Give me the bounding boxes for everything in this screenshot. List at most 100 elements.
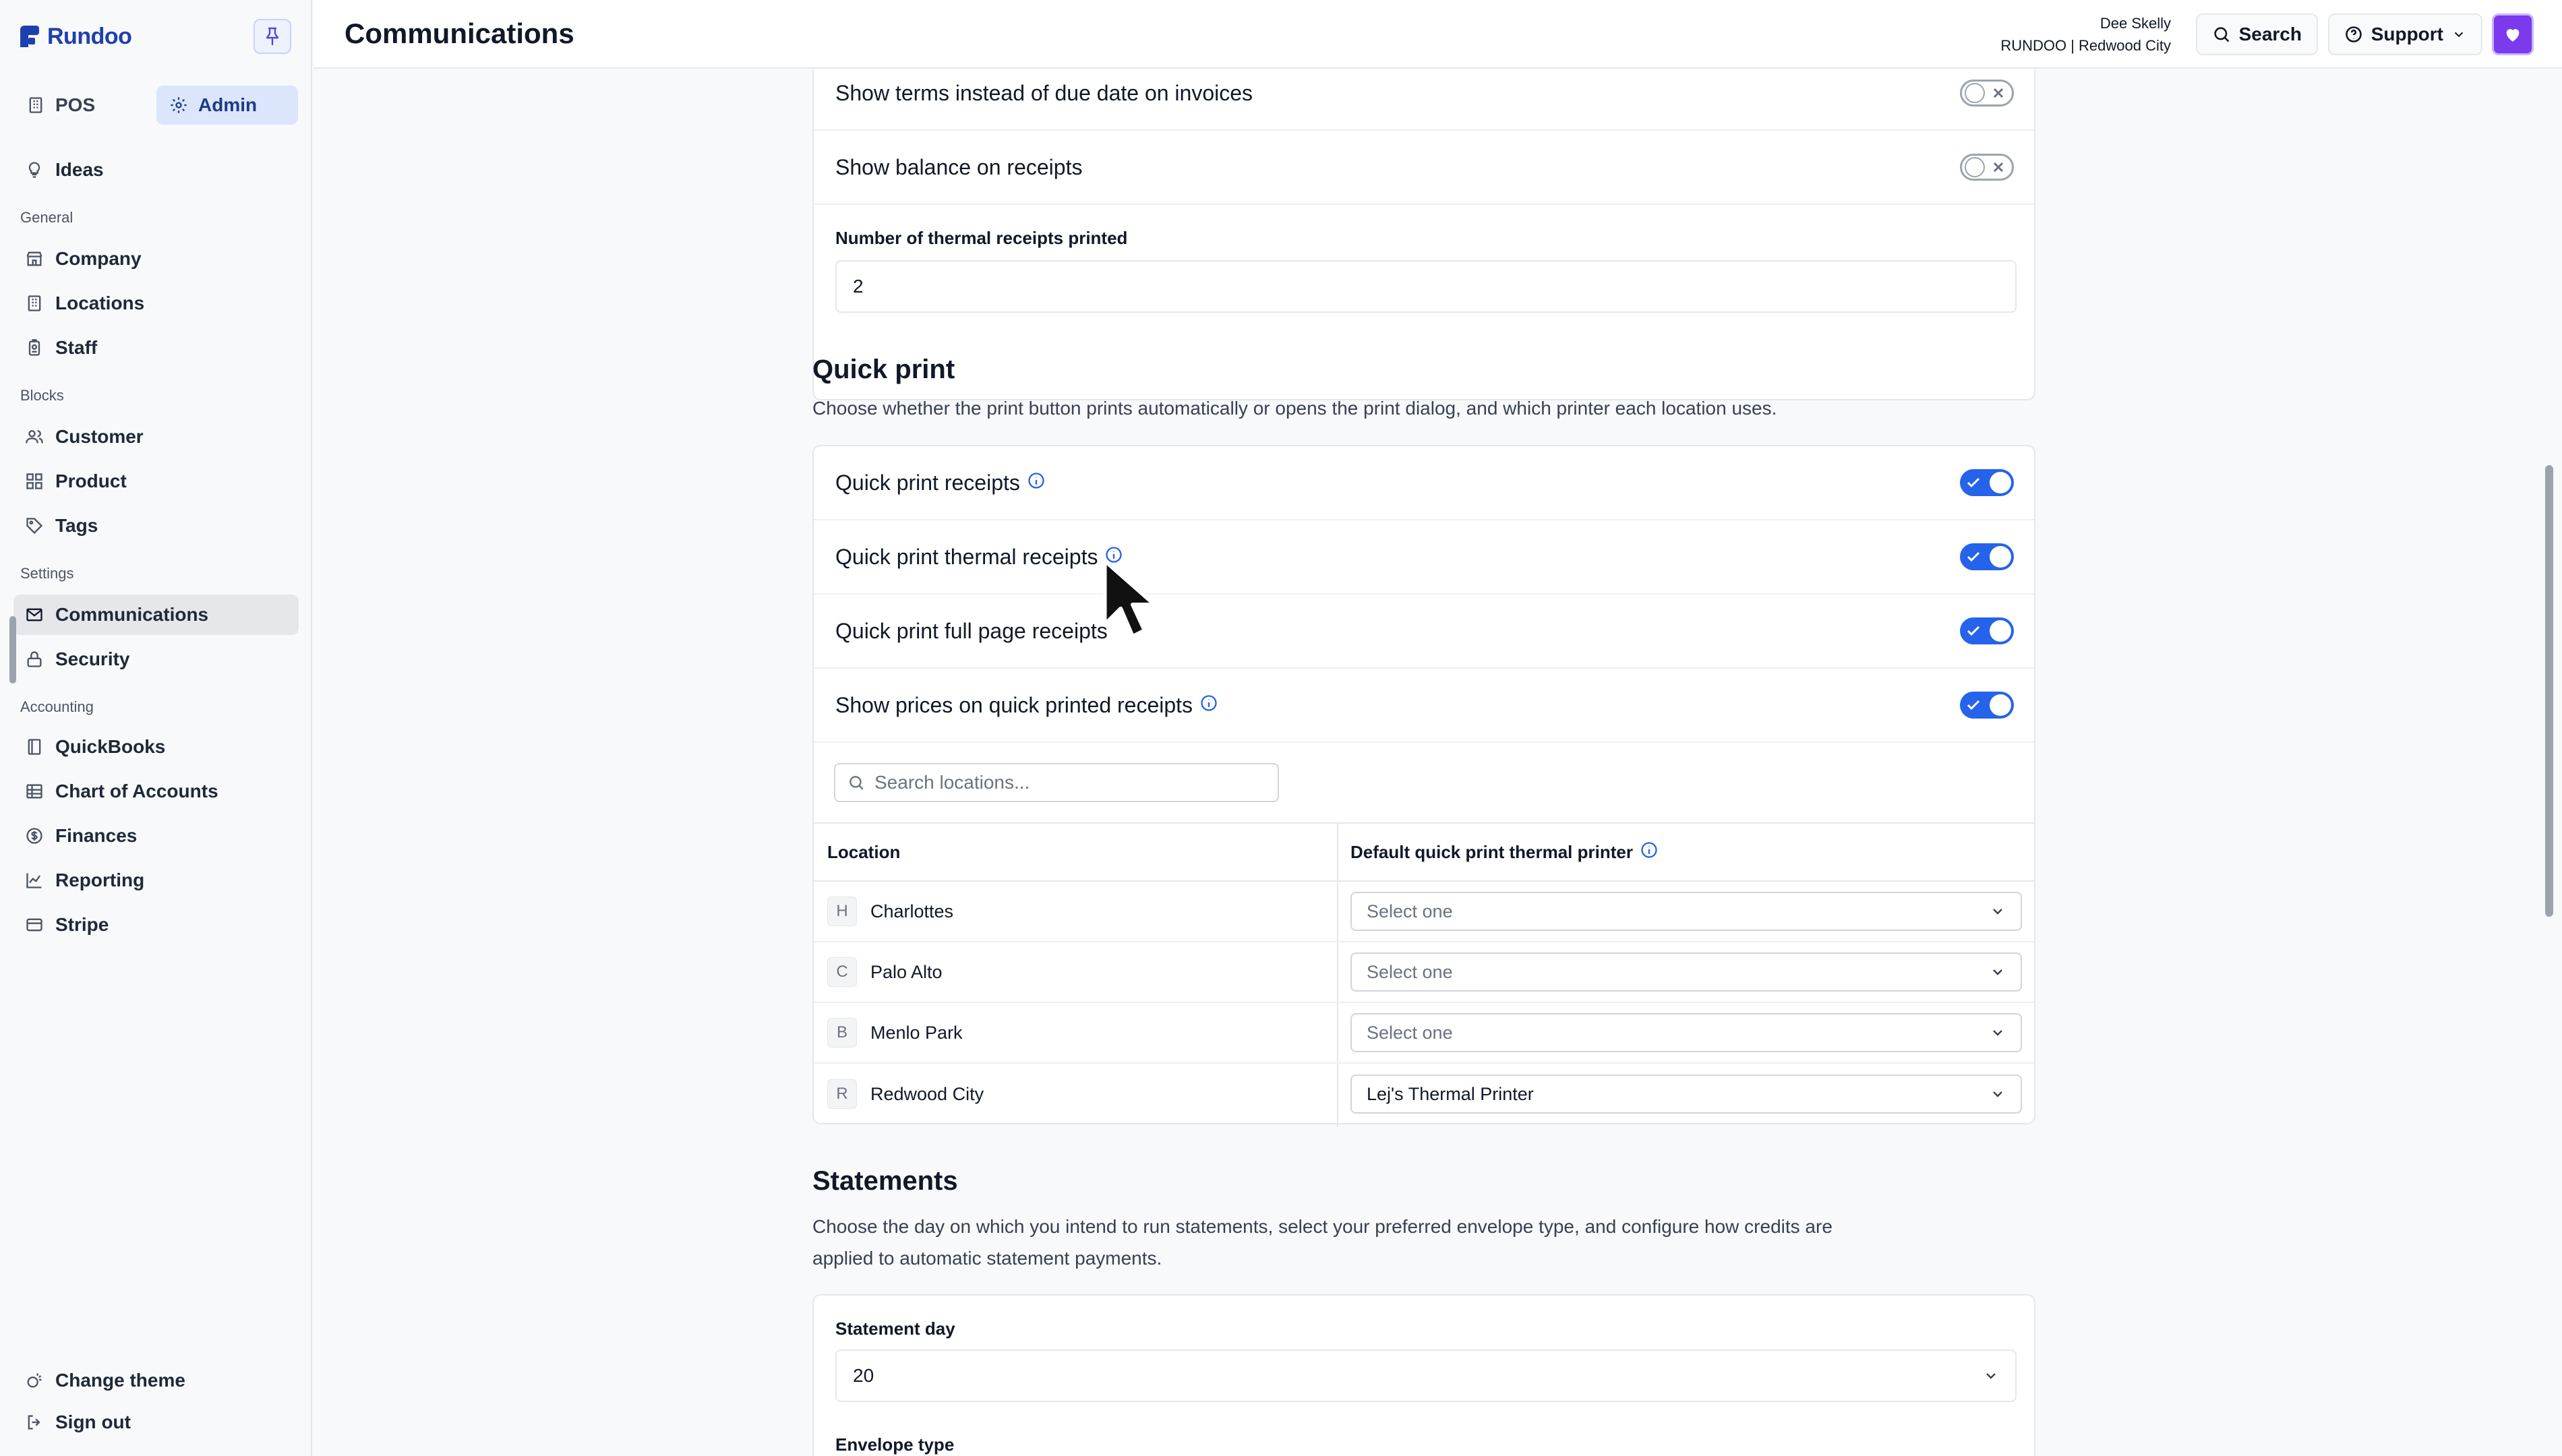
setting-label: Quick print full page receipts: [835, 618, 1108, 643]
brand-name: Rundoo: [47, 23, 132, 49]
info-icon[interactable]: [1199, 693, 1218, 718]
sidebar-item-label: Tags: [55, 515, 98, 536]
sidebar-item-chart-of-accounts[interactable]: Chart of Accounts: [13, 771, 299, 812]
statements-title: Statements: [812, 1166, 958, 1196]
location-name: Redwood City: [870, 1083, 984, 1104]
admin-mode-button[interactable]: Admin: [156, 86, 298, 125]
sidebar-item-customer[interactable]: Customer: [13, 417, 299, 457]
pos-mode-label: POS: [55, 94, 96, 115]
location-initial-badge: R: [827, 1079, 857, 1109]
lock-icon: [24, 649, 44, 669]
receipt-settings-card: Show terms instead of due date on invoic…: [812, 69, 2035, 400]
check-icon: [1967, 551, 1980, 562]
users-icon: [24, 427, 44, 447]
envelope-type-label: Envelope type: [835, 1434, 955, 1455]
printer-select[interactable]: Select one: [1350, 892, 2022, 931]
sidebar-item-label: Product: [55, 471, 127, 491]
pos-mode-button[interactable]: POS: [13, 86, 148, 125]
toggle-knob: [1990, 620, 2011, 642]
grid-icon: [24, 471, 44, 491]
setting-label: Quick print thermal receipts: [835, 544, 1098, 569]
change-theme-label: Change theme: [55, 1370, 185, 1391]
section-settings: Settings: [20, 565, 74, 582]
thermal-count-input[interactable]: 2: [835, 260, 2017, 313]
show-balance-toggle[interactable]: [1960, 154, 2014, 181]
quick-print-receipts-toggle[interactable]: [1960, 469, 2014, 496]
toggle-knob: [1990, 694, 2011, 716]
support-button-label: Support: [2371, 24, 2443, 44]
sidebar-item-product[interactable]: Product: [13, 461, 299, 502]
tag-icon: [24, 516, 44, 536]
lightbulb-icon: [24, 160, 44, 180]
toggle-knob: [1990, 472, 2011, 493]
sidebar-item-label: Stripe: [55, 914, 109, 935]
sidebar-item-tags[interactable]: Tags: [13, 506, 299, 546]
sidebar-item-reporting[interactable]: Reporting: [13, 860, 299, 901]
printer-select[interactable]: Lej's Thermal Printer: [1350, 1074, 2022, 1114]
avatar[interactable]: [2492, 13, 2534, 55]
sidebar-item-communications[interactable]: Communications: [13, 595, 299, 635]
chevron-down-icon: [2454, 32, 2464, 38]
rundoo-logo[interactable]: Rundoo: [19, 20, 132, 53]
search-locations-input[interactable]: Search locations...: [834, 763, 1279, 802]
sidebar-item-stripe[interactable]: Stripe: [13, 905, 299, 945]
printer-select-value: Select one: [1367, 961, 1453, 982]
statement-day-label: Statement day: [835, 1318, 955, 1339]
quick-print-full-page-toggle[interactable]: [1960, 617, 2014, 644]
sidebar-item-label: Ideas: [55, 159, 104, 180]
quick-print-thermal-toggle[interactable]: [1960, 543, 2014, 570]
sidebar-item-label: Locations: [55, 293, 145, 313]
store-icon: [24, 249, 44, 269]
show-terms-toggle[interactable]: [1960, 80, 2014, 107]
main-content: Show terms instead of due date on invoic…: [314, 69, 2538, 1456]
sidebar-item-ideas[interactable]: Ideas: [13, 150, 299, 190]
chevron-down-icon: [1993, 1091, 2002, 1097]
sidebar-item-locations[interactable]: Locations: [13, 283, 299, 324]
sidebar-item-label: Communications: [55, 604, 209, 625]
search-icon: [2213, 27, 2230, 42]
section-blocks: Blocks: [20, 387, 64, 404]
check-icon: [1967, 626, 1980, 636]
table-header: Location Default quick print thermal pri…: [814, 822, 2034, 882]
setting-row-show-terms: Show terms instead of due date on invoic…: [814, 69, 2034, 131]
sidebar-scrollbar[interactable]: [9, 616, 16, 684]
sidebar-item-staff[interactable]: Staff: [13, 328, 299, 368]
check-icon: [1967, 477, 1980, 488]
statements-description-line2: applied to automatic statement payments.: [812, 1248, 1162, 1269]
info-icon[interactable]: [1640, 841, 1659, 864]
info-icon[interactable]: [1027, 471, 1046, 495]
sign-out-button[interactable]: Sign out: [13, 1402, 299, 1443]
statements-card: Statement day 20 Envelope type: [812, 1294, 2035, 1456]
setting-label-group: Quick print receipts: [835, 471, 1046, 495]
pin-sidebar-button[interactable]: [254, 19, 291, 54]
search-button[interactable]: Search: [2195, 13, 2318, 55]
badge-icon: [24, 338, 44, 358]
sidebar-item-company[interactable]: Company: [13, 239, 299, 279]
main-scrollbar[interactable]: [2545, 465, 2553, 917]
sidebar-item-security[interactable]: Security: [13, 639, 299, 679]
sidebar-item-label: Reporting: [55, 870, 145, 890]
chevron-down-icon: [1986, 1373, 1996, 1379]
table-row: C Palo Alto Select one: [814, 942, 2034, 1003]
location-name: Menlo Park: [870, 1022, 963, 1043]
statement-day-select[interactable]: 20: [835, 1349, 2017, 1402]
location-initial-badge: B: [827, 1018, 857, 1048]
setting-label: Show balance on receipts: [835, 154, 1083, 179]
support-button[interactable]: Support: [2327, 13, 2482, 55]
show-prices-toggle[interactable]: [1960, 692, 2014, 719]
printer-select[interactable]: Select one: [1350, 952, 2022, 992]
user-org: RUNDOO | Redwood City: [2000, 37, 2171, 54]
sidebar-item-finances[interactable]: Finances: [13, 816, 299, 856]
printer-select-value: Select one: [1367, 1022, 1453, 1043]
page-title: Communications: [345, 18, 574, 49]
section-accounting: Accounting: [20, 698, 94, 715]
change-theme-button[interactable]: Change theme: [13, 1360, 299, 1401]
toggle-knob: [1965, 157, 1985, 177]
printer-select[interactable]: Select one: [1350, 1013, 2022, 1052]
heart-icon: [2506, 29, 2520, 42]
column-header-location: Location: [827, 841, 901, 862]
sidebar-item-quickbooks[interactable]: QuickBooks: [13, 727, 299, 767]
setting-label: Show terms instead of due date on invoic…: [835, 80, 1253, 105]
setting-label-group: Show prices on quick printed receipts: [835, 693, 1218, 718]
thermal-count-label: Number of thermal receipts printed: [835, 228, 1128, 248]
